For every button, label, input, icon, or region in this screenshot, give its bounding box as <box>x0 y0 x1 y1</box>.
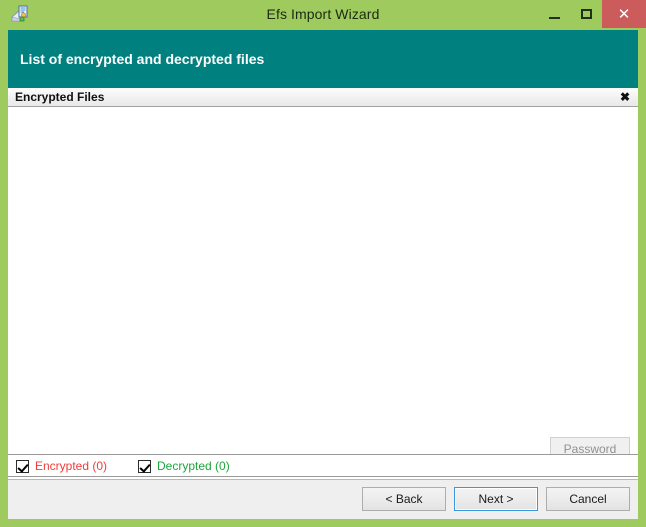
decrypted-checkbox[interactable] <box>138 459 151 473</box>
client-area: Encrypted Files ✖ Password Encrypted (0)… <box>8 88 638 479</box>
group-header-title: Encrypted Files <box>15 90 105 104</box>
footer-bar: < Back Next > Cancel <box>8 479 638 519</box>
encrypted-checkbox[interactable] <box>16 459 29 473</box>
efs-import-wizard-window: Efs Import Wizard ✕ List of encrypted an… <box>0 0 646 527</box>
decrypted-label: Decrypted (0) <box>157 459 230 473</box>
minimize-button[interactable] <box>538 0 570 28</box>
maximize-icon <box>580 9 592 19</box>
legend-bar: Encrypted (0) Decrypted (0) <box>8 454 638 477</box>
legend-item-decrypted[interactable]: Decrypted (0) <box>138 458 230 474</box>
title-bar: Efs Import Wizard ✕ <box>0 0 646 28</box>
close-panel-button[interactable]: ✖ <box>618 90 632 104</box>
encrypted-label: Encrypted (0) <box>35 459 108 473</box>
file-list[interactable] <box>8 107 638 436</box>
encrypted-files-header: Encrypted Files ✖ <box>8 88 638 107</box>
wizard-banner: List of encrypted and decrypted files <box>8 30 638 88</box>
wizard-navigation: < Back Next > Cancel <box>362 487 630 511</box>
legend-item-encrypted[interactable]: Encrypted (0) <box>16 458 107 474</box>
maximize-button[interactable] <box>570 0 602 28</box>
next-button[interactable]: Next > <box>454 487 538 511</box>
window-controls: ✕ <box>538 0 646 28</box>
close-window-button[interactable]: ✕ <box>602 0 646 28</box>
banner-title: List of encrypted and decrypted files <box>20 51 265 67</box>
close-icon: ✕ <box>617 5 631 23</box>
back-button[interactable]: < Back <box>362 487 446 511</box>
cancel-button[interactable]: Cancel <box>546 487 630 511</box>
minimize-icon <box>548 16 560 19</box>
